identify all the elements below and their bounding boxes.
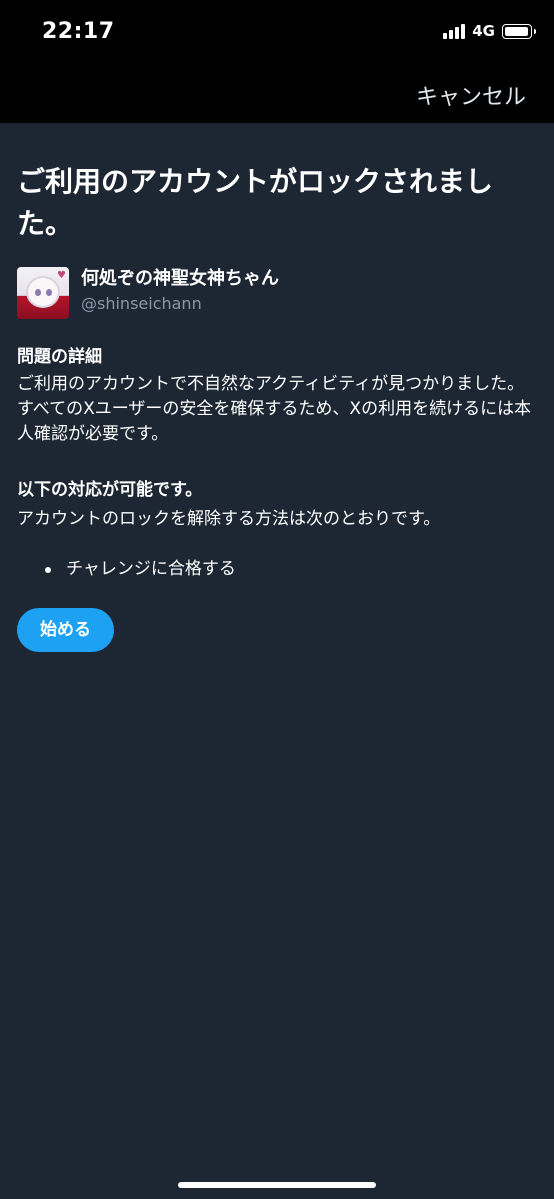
avatar-eye-left	[35, 289, 41, 296]
battery-fill	[505, 26, 528, 36]
cancel-button[interactable]: キャンセル	[416, 79, 526, 111]
options-body: アカウントのロックを解除する方法は次のとおりです。	[17, 509, 441, 529]
details-heading: 問題の詳細	[17, 347, 102, 367]
details-body: ご利用のアカウントで不自然なアクティビティが見つかりました。すべてのXユーザーの…	[17, 374, 532, 444]
home-indicator[interactable]	[178, 1182, 376, 1188]
locked-account-screen: 22:17 4G キャンセル ご利用のアカウントがロックされました。 ♥ 何処ぞ…	[0, 0, 554, 1199]
avatar: ♥	[17, 267, 69, 319]
list-item: チャレンジに合格する	[45, 555, 537, 583]
account-info: 何処ぞの神聖女神ちゃん @shinseichann	[81, 267, 279, 315]
options-section: 以下の対応が可能です。 アカウントのロックを解除する方法は次のとおりです。	[17, 478, 537, 532]
network-type: 4G	[472, 22, 495, 40]
heart-icon: ♥	[57, 270, 66, 281]
account-card: ♥ 何処ぞの神聖女神ちゃん @shinseichann	[17, 267, 537, 319]
page-title: ご利用のアカウントがロックされました。	[17, 165, 494, 240]
avatar-face	[26, 276, 60, 308]
top-bar: 22:17 4G キャンセル	[0, 0, 554, 123]
account-display-name: 何処ぞの神聖女神ちゃん	[81, 268, 279, 289]
options-list: チャレンジに合格する	[17, 555, 537, 583]
status-indicators: 4G	[443, 22, 536, 40]
details-section: 問題の詳細 ご利用のアカウントで不自然なアクティビティが見つかりました。すべての…	[17, 345, 537, 447]
options-heading: 以下の対応が可能です。	[17, 480, 203, 500]
cellular-signal-icon	[443, 23, 466, 39]
start-button[interactable]: 始める	[17, 608, 114, 652]
battery-icon	[502, 23, 536, 39]
account-handle: @shinseichann	[81, 294, 202, 313]
battery-tip	[533, 28, 536, 34]
status-time: 22:17	[42, 19, 115, 44]
avatar-eye-right	[46, 289, 52, 296]
main-content: ご利用のアカウントがロックされました。 ♥ 何処ぞの神聖女神ちゃん @shins…	[17, 123, 537, 652]
